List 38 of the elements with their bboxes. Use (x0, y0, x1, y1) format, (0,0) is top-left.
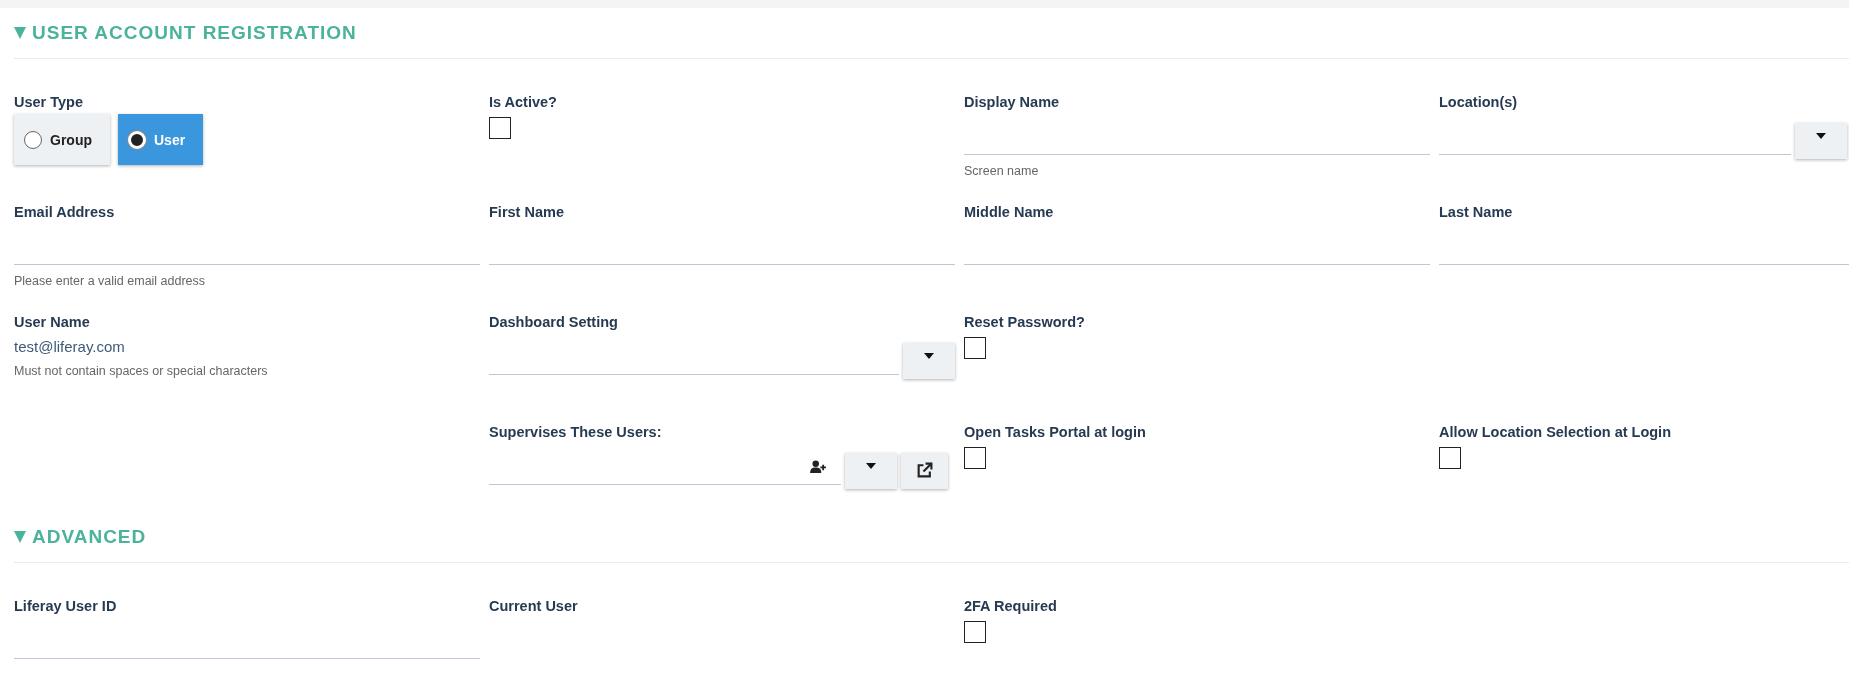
field-label: Location(s) (1439, 93, 1518, 111)
field-label: Liferay User ID (14, 597, 117, 615)
caret-icon (924, 353, 934, 359)
field-label: Supervises These Users: (489, 423, 662, 441)
open-button[interactable] (901, 453, 948, 489)
checkbox[interactable] (1439, 447, 1461, 469)
radio-option[interactable]: User (118, 114, 204, 165)
field-label: Reset Password? (964, 313, 1085, 331)
help-text: Must not contain spaces or special characters (14, 364, 268, 378)
field-label: User Name (14, 313, 90, 331)
dropdown-button[interactable] (1795, 123, 1847, 159)
dropdown-button[interactable] (903, 343, 955, 379)
checkbox[interactable] (489, 117, 511, 139)
checkbox[interactable] (964, 447, 986, 469)
external-link-icon (916, 462, 933, 479)
field-label: Display Name (964, 93, 1060, 111)
field-label: User Type (14, 93, 84, 111)
field-label: Last Name (1439, 203, 1513, 221)
checkbox[interactable] (964, 337, 986, 359)
help-text: Please enter a valid email address (14, 274, 206, 288)
field-label: Current User (489, 597, 578, 615)
field-label: Middle Name (964, 203, 1054, 221)
caret-icon (1816, 133, 1826, 139)
field-label: Allow Location Selection at Login (1439, 423, 1671, 441)
field-value: test@liferay.com (14, 338, 125, 355)
add-user-icon[interactable] (810, 460, 827, 473)
field-label: Dashboard Setting (489, 313, 618, 331)
field-label: Email Address (14, 203, 115, 221)
caret-icon (866, 463, 876, 469)
field-label: 2FA Required (964, 597, 1057, 615)
checkbox[interactable] (964, 621, 986, 643)
field-label: Is Active? (489, 93, 557, 111)
field-label: Open Tasks Portal at login (964, 423, 1146, 441)
expanded-triangle-icon (14, 27, 26, 39)
expanded-triangle-icon (14, 531, 26, 543)
field-label: First Name (489, 203, 564, 221)
help-text: Screen name (964, 164, 1039, 178)
radio-option[interactable]: Group (14, 114, 110, 165)
